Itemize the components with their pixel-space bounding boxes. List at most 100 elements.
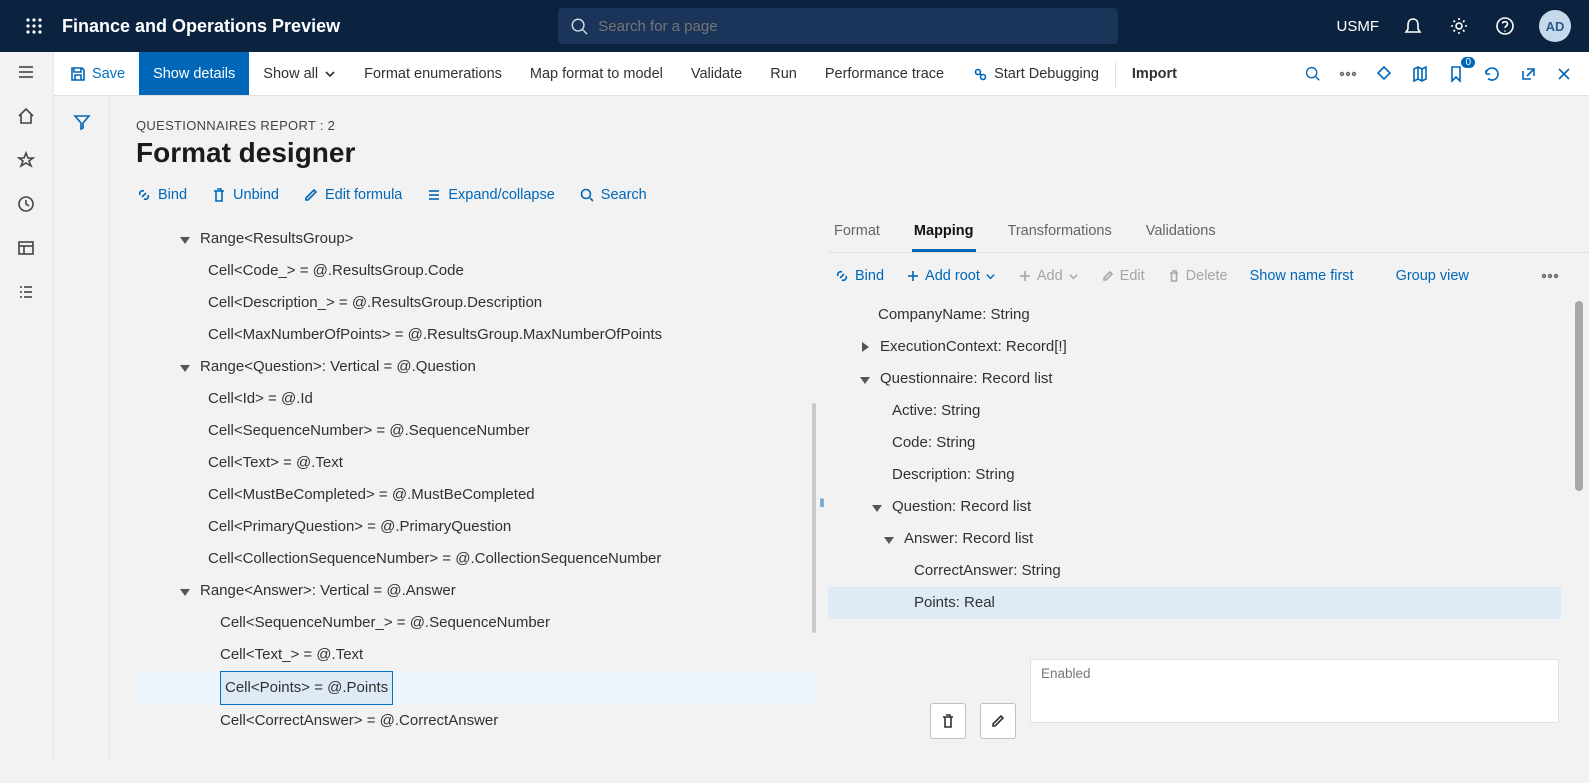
company-selector[interactable]: USMF: [1337, 18, 1380, 35]
tree-node[interactable]: Cell<MaxNumberOfPoints> = @.ResultsGroup…: [136, 319, 816, 351]
link-icon: [136, 187, 152, 203]
list-icon: [426, 187, 442, 203]
trash-icon: [211, 187, 227, 203]
tree-node[interactable]: Cell<MustBeCompleted> = @.MustBeComplete…: [136, 479, 816, 511]
tree-node[interactable]: Cell<Code_> = @.ResultsGroup.Code: [136, 255, 816, 287]
trash-icon: [1167, 269, 1181, 283]
tree-node[interactable]: CompanyName: String: [828, 299, 1561, 331]
tree-node[interactable]: Cell<Description_> = @.ResultsGroup.Desc…: [136, 287, 816, 319]
recent-icon[interactable]: [16, 194, 38, 216]
tree-node[interactable]: Range<ResultsGroup>: [136, 223, 816, 255]
unbind-button[interactable]: Unbind: [211, 187, 279, 203]
scrollbar[interactable]: [1575, 301, 1583, 491]
show-name-first-button[interactable]: Show name first: [1250, 268, 1354, 284]
search-icon: [570, 17, 588, 35]
plus-icon: [1018, 269, 1032, 283]
tree-node[interactable]: Cell<SequenceNumber> = @.SequenceNumber: [136, 415, 816, 447]
tree-node[interactable]: Cell<PrimaryQuestion> = @.PrimaryQuestio…: [136, 511, 816, 543]
left-rail: [0, 52, 54, 763]
home-icon[interactable]: [16, 106, 38, 128]
right-tabs: Format Mapping Transformations Validatio…: [828, 223, 1589, 253]
tree-node[interactable]: Questionnaire: Record list: [828, 363, 1561, 395]
tree-node[interactable]: ExecutionContext: Record[!]: [828, 331, 1561, 363]
tab-transformations[interactable]: Transformations: [1006, 223, 1114, 252]
tree-node[interactable]: CorrectAnswer: String: [828, 555, 1561, 587]
format-tree-pane: Range<ResultsGroup> Cell<Code_> = @.Resu…: [136, 223, 816, 783]
tree-node[interactable]: Cell<Id> = @.Id: [136, 383, 816, 415]
plus-icon: [906, 269, 920, 283]
delete-row-button[interactable]: [930, 703, 966, 739]
save-button[interactable]: Save: [56, 52, 139, 95]
tree-node[interactable]: Cell<Text> = @.Text: [136, 447, 816, 479]
edit-formula-button[interactable]: Edit formula: [303, 187, 402, 203]
show-all-button[interactable]: Show all: [249, 52, 350, 95]
popout-icon[interactable]: [1517, 63, 1539, 85]
tree-node[interactable]: Cell<CollectionSequenceNumber> = @.Colle…: [136, 543, 816, 575]
chevron-down-icon: [324, 68, 336, 80]
search-icon: [579, 187, 595, 203]
more-icon[interactable]: [1541, 267, 1589, 285]
refresh-icon[interactable]: [1481, 63, 1503, 85]
expand-collapse-button[interactable]: Expand/collapse: [426, 187, 554, 203]
format-enumerations-button[interactable]: Format enumerations: [350, 52, 516, 95]
workspaces-icon[interactable]: [16, 238, 38, 260]
search-action-icon[interactable]: [1301, 63, 1323, 85]
start-debugging-button[interactable]: Start Debugging: [958, 52, 1113, 95]
tree-node[interactable]: Cell<SequenceNumber_> = @.SequenceNumber: [136, 607, 816, 639]
help-icon[interactable]: [1493, 14, 1517, 38]
bind-button[interactable]: Bind: [136, 187, 187, 203]
mapping-toolbar: Bind Add root Add Edit Delete Show name …: [828, 267, 1589, 285]
hamburger-icon[interactable]: [16, 62, 38, 84]
map-format-button[interactable]: Map format to model: [516, 52, 677, 95]
tab-validations[interactable]: Validations: [1144, 223, 1218, 252]
group-view-button[interactable]: Group view: [1396, 268, 1469, 284]
scrollbar[interactable]: [812, 403, 816, 633]
app-launcher-icon[interactable]: [10, 17, 58, 35]
notifications-icon[interactable]: [1401, 14, 1425, 38]
favorites-icon[interactable]: [16, 150, 38, 172]
search-tree-button[interactable]: Search: [579, 187, 647, 203]
tree-node[interactable]: Active: String: [828, 395, 1561, 427]
tree-node[interactable]: Question: Record list: [828, 491, 1561, 523]
edit-row-button[interactable]: [980, 703, 1016, 739]
tree-node[interactable]: Answer: Record list: [828, 523, 1561, 555]
more-actions-icon[interactable]: [1337, 63, 1359, 85]
performance-trace-button[interactable]: Performance trace: [811, 52, 958, 95]
tab-format[interactable]: Format: [832, 223, 882, 252]
tree-node[interactable]: Description: String: [828, 459, 1561, 491]
import-button[interactable]: Import: [1118, 52, 1191, 95]
delete-button: Delete: [1167, 268, 1228, 284]
bottom-bar: Enabled: [930, 689, 1559, 753]
settings-icon[interactable]: [1447, 14, 1471, 38]
global-search[interactable]: [558, 8, 1118, 44]
add-button: Add: [1018, 268, 1079, 284]
enabled-expression-box[interactable]: Enabled: [1030, 659, 1559, 723]
bookmark-icon[interactable]: 0: [1445, 63, 1467, 85]
tree-node[interactable]: Range<Question>: Vertical = @.Question: [136, 351, 816, 383]
chevron-down-icon: [985, 271, 996, 282]
attach-icon[interactable]: [1373, 63, 1395, 85]
tree-node[interactable]: Cell<CorrectAnswer> = @.CorrectAnswer: [136, 705, 816, 737]
bind-button[interactable]: Bind: [834, 268, 884, 284]
debug-icon: [972, 66, 988, 82]
edit-button: Edit: [1101, 268, 1145, 284]
search-input[interactable]: [598, 18, 1118, 35]
tree-node[interactable]: Code: String: [828, 427, 1561, 459]
add-root-button[interactable]: Add root: [906, 268, 996, 284]
main-content: QUESTIONNAIRES REPORT : 2 Format designe…: [110, 96, 1589, 763]
tree-node-selected[interactable]: Points: Real: [828, 587, 1561, 619]
tree-node[interactable]: Range<Answer>: Vertical = @.Answer: [136, 575, 816, 607]
filter-pane-toggle[interactable]: [54, 96, 110, 763]
show-details-button[interactable]: Show details: [139, 52, 249, 95]
modules-icon[interactable]: [16, 282, 38, 304]
tree-node-selected[interactable]: Cell<Points> = @.Points: [136, 671, 816, 705]
tree-node[interactable]: Cell<Text_> = @.Text: [136, 639, 816, 671]
validate-button[interactable]: Validate: [677, 52, 756, 95]
splitter-handle[interactable]: ‖: [816, 223, 828, 783]
user-avatar[interactable]: AD: [1539, 10, 1571, 42]
tab-mapping[interactable]: Mapping: [912, 223, 976, 252]
close-icon[interactable]: [1553, 63, 1575, 85]
mapping-tree: CompanyName: String ExecutionContext: Re…: [828, 299, 1589, 619]
run-button[interactable]: Run: [756, 52, 811, 95]
map-icon[interactable]: [1409, 63, 1431, 85]
